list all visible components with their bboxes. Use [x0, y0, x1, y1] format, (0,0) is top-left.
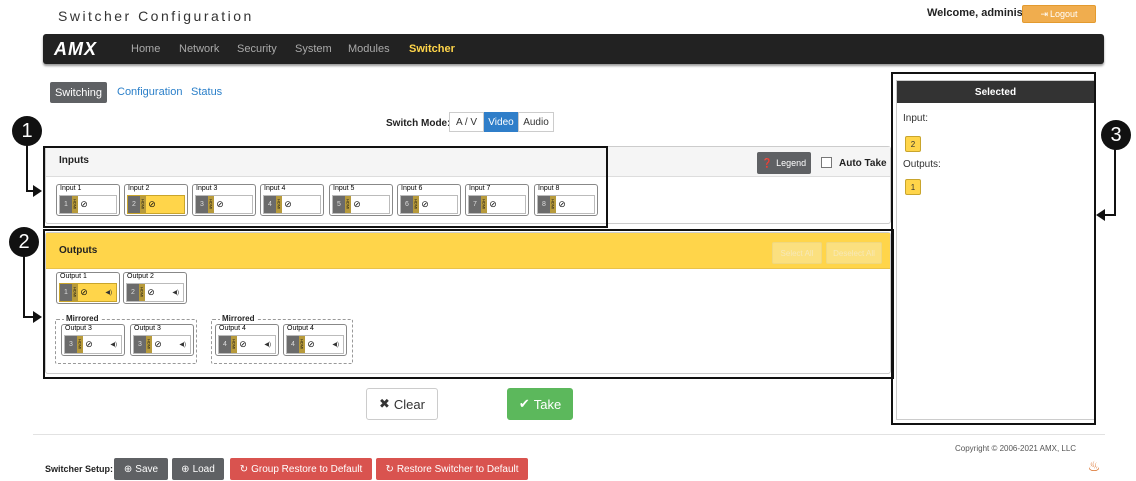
- nav-item-system[interactable]: System: [295, 43, 332, 55]
- save-label: Save: [135, 463, 159, 475]
- nav-item-network[interactable]: Network: [179, 43, 219, 55]
- nav-item-modules[interactable]: Modules: [348, 43, 390, 55]
- switcher-setup-label: Switcher Setup:: [45, 464, 114, 474]
- load-label: Load: [192, 463, 215, 475]
- mode-audio-button[interactable]: Audio: [518, 112, 554, 132]
- refresh-icon: ↻: [385, 463, 394, 475]
- tab-configuration[interactable]: Configuration: [117, 86, 182, 98]
- upload-icon: ⊕: [181, 463, 190, 475]
- close-icon: ✖: [379, 396, 390, 411]
- switcher-page: Switcher Configuration Welcome, administ…: [0, 0, 1136, 481]
- main-navbar: AMX Home Network Security System Modules…: [43, 34, 1104, 64]
- mode-video-button[interactable]: Video: [484, 112, 518, 132]
- legend-label: Legend: [776, 158, 807, 168]
- callout-3: 3: [1101, 120, 1131, 150]
- callout-1-arrow-icon: [33, 185, 42, 197]
- clear-button[interactable]: ✖ Clear: [366, 388, 438, 420]
- take-button[interactable]: ✔ Take: [507, 388, 573, 420]
- callout-1-connector: [26, 144, 28, 192]
- callout-2-connector: [23, 255, 25, 318]
- callout-3-connector: [1104, 214, 1116, 216]
- restore-switcher-button[interactable]: ↻ Restore Switcher to Default: [376, 458, 528, 480]
- take-label: Take: [533, 396, 562, 412]
- selected-highlight-box: [891, 72, 1096, 425]
- copyright-text: Copyright © 2006-2021 AMX, LLC: [955, 444, 1077, 453]
- group-restore-label: Group Restore to Default: [251, 463, 363, 475]
- legend-button[interactable]: ❓ Legend: [757, 152, 811, 174]
- callout-2: 2: [9, 227, 39, 257]
- tab-switching[interactable]: Switching: [50, 82, 107, 103]
- callout-3-arrow-icon: [1096, 209, 1105, 221]
- download-icon: ⊕: [123, 463, 133, 475]
- inputs-highlight-box: [43, 146, 608, 228]
- question-icon: ❓: [761, 157, 774, 168]
- amx-logo: AMX: [54, 39, 97, 59]
- nav-item-home[interactable]: Home: [131, 43, 160, 55]
- nav-item-switcher[interactable]: Switcher: [409, 43, 455, 55]
- mode-av-button[interactable]: A / V: [449, 112, 484, 132]
- load-button[interactable]: ⊕ Load: [172, 458, 224, 480]
- callout-3-connector: [1114, 148, 1116, 215]
- refresh-icon: ↻: [239, 463, 249, 475]
- check-icon: ✔: [518, 396, 530, 411]
- nav-item-security[interactable]: Security: [237, 43, 277, 55]
- logout-label: Logout: [1050, 9, 1078, 19]
- clear-label: Clear: [393, 396, 425, 412]
- save-button[interactable]: ⊕ Save: [114, 458, 168, 480]
- logout-button[interactable]: ⇥ Logout: [1022, 5, 1096, 23]
- footer-divider: [33, 434, 1105, 435]
- auto-take-checkbox[interactable]: [821, 157, 832, 168]
- outputs-highlight-box: [43, 229, 894, 379]
- auto-take-label: Auto Take: [839, 158, 887, 169]
- callout-1: 1: [12, 116, 42, 146]
- page-title: Switcher Configuration: [58, 8, 254, 24]
- java-icon: ♨: [1087, 458, 1101, 474]
- group-restore-button[interactable]: ↻ Group Restore to Default: [230, 458, 372, 480]
- tab-status[interactable]: Status: [191, 86, 222, 98]
- logout-icon: ⇥: [1040, 8, 1048, 19]
- callout-2-arrow-icon: [33, 311, 42, 323]
- restore-switcher-label: Restore Switcher to Default: [396, 463, 519, 475]
- switch-mode-label: Switch Mode:: [386, 118, 451, 129]
